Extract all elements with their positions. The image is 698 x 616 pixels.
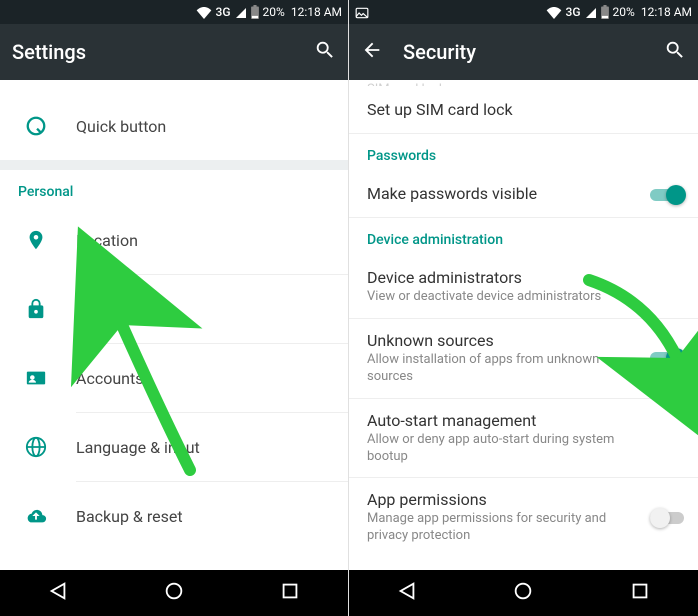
row-autostart[interactable]: Auto-start management Allow or deny app …: [349, 399, 698, 479]
back-nav-icon[interactable]: [47, 580, 69, 606]
row-password-visible[interactable]: Make passwords visible: [349, 172, 698, 218]
row-subtitle: Manage app permissions for security and …: [367, 511, 638, 545]
toggle-password-visible[interactable]: [650, 185, 686, 205]
globe-icon: [22, 433, 50, 461]
back-icon[interactable]: [361, 39, 383, 65]
accounts-icon: [22, 364, 50, 392]
section-passwords: Passwords: [349, 134, 698, 172]
row-title: Unknown sources: [367, 331, 638, 350]
search-icon[interactable]: [664, 39, 686, 65]
row-app-permissions[interactable]: App permissions Manage app permissions f…: [349, 478, 698, 557]
security-list: SIM card lock Set up SIM card lock Passw…: [349, 80, 698, 570]
row-title: Auto-start management: [367, 411, 638, 430]
row-unknown-sources[interactable]: Unknown sources Allow installation of ap…: [349, 319, 698, 399]
navigation-bar: [349, 570, 698, 616]
row-label: Backup & reset: [76, 507, 183, 526]
back-nav-icon[interactable]: [396, 580, 418, 606]
row-backup[interactable]: Backup & reset: [0, 482, 348, 550]
security-screen: 3G 20% 12:18 AM Security SIM card lock S…: [349, 0, 698, 616]
signal-icon: [235, 5, 247, 19]
clock: 12:18 AM: [641, 5, 692, 19]
toggle-app-permissions[interactable]: [650, 508, 686, 528]
navigation-bar: [0, 570, 348, 616]
section-personal: Personal: [0, 170, 348, 206]
battery-percent: 20%: [263, 5, 285, 19]
row-accounts[interactable]: Accounts: [0, 344, 348, 412]
recents-nav-icon[interactable]: [279, 580, 301, 606]
row-sim-lock[interactable]: Set up SIM card lock: [349, 88, 698, 134]
screenshot-icon: [355, 5, 369, 19]
row-device-admins[interactable]: Device administrators View or deactivate…: [349, 256, 698, 319]
quick-icon: [22, 112, 50, 140]
battery-icon: [601, 5, 609, 20]
row-label: Location: [76, 231, 138, 250]
backup-icon: [22, 502, 50, 530]
settings-screen: 3G 20% 12:18 AM Settings Quick button Pe…: [0, 0, 349, 616]
settings-list: Quick button Personal Location Security …: [0, 80, 348, 570]
location-icon: [22, 226, 50, 254]
row-subtitle: Allow or deny app auto-start during syst…: [367, 432, 638, 466]
home-nav-icon[interactable]: [163, 580, 185, 606]
row-label: Accounts: [76, 369, 143, 388]
network-label: 3G: [216, 5, 231, 19]
divider: [0, 160, 348, 170]
row-language[interactable]: Language & input: [0, 413, 348, 481]
row-subtitle: View or deactivate device administrators: [367, 289, 638, 306]
row-title: Device administrators: [367, 268, 638, 287]
row-label: Security: [76, 300, 133, 319]
recents-nav-icon[interactable]: [629, 580, 651, 606]
toggle-unknown-sources[interactable]: [650, 348, 686, 368]
row-title: App permissions: [367, 490, 638, 509]
section-device-admin: Device administration: [349, 218, 698, 256]
row-subtitle: Allow installation of apps from unknown …: [367, 352, 638, 386]
signal-icon: [585, 5, 597, 19]
row-quick-button[interactable]: Quick button: [0, 92, 348, 160]
wifi-icon: [196, 5, 212, 19]
lock-icon: [22, 295, 50, 323]
row-location[interactable]: Location: [0, 206, 348, 274]
row-title: Make passwords visible: [367, 184, 638, 203]
wifi-icon: [546, 5, 562, 19]
page-title: Security: [403, 40, 644, 64]
page-title: Settings: [12, 40, 294, 64]
app-bar: Settings: [0, 24, 348, 80]
app-bar: Security: [349, 24, 698, 80]
battery-percent: 20%: [613, 5, 635, 19]
row-label: Language & input: [76, 438, 200, 457]
search-icon[interactable]: [314, 39, 336, 65]
clock: 12:18 AM: [291, 5, 342, 19]
status-bar: 3G 20% 12:18 AM: [349, 0, 698, 24]
status-bar: 3G 20% 12:18 AM: [0, 0, 348, 24]
network-label: 3G: [566, 5, 581, 19]
row-title: Set up SIM card lock: [367, 100, 638, 119]
home-nav-icon[interactable]: [512, 580, 534, 606]
battery-icon: [251, 5, 259, 20]
row-security[interactable]: Security: [0, 275, 348, 343]
cutoff-section: SIM card lock: [349, 80, 698, 88]
row-label: Quick button: [76, 117, 166, 136]
